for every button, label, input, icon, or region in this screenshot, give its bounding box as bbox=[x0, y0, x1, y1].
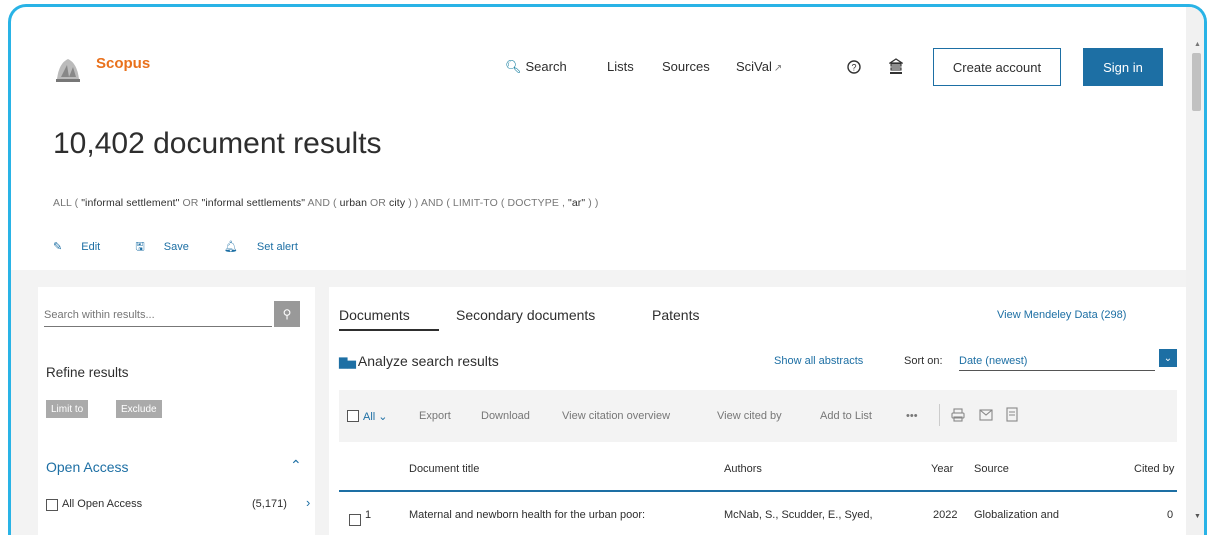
search-icon: ⚲ bbox=[282, 307, 292, 321]
view-mendeley-data-link[interactable]: View Mendeley Data (298) bbox=[997, 309, 1126, 321]
column-source[interactable]: Source bbox=[974, 463, 1009, 475]
bibliography-icon[interactable] bbox=[1006, 407, 1018, 422]
bar-chart-icon: ▇▅ bbox=[339, 357, 356, 369]
chevron-down-icon[interactable]: ⌄ bbox=[1159, 349, 1177, 367]
select-all-checkbox[interactable] bbox=[347, 410, 359, 422]
institution-icon[interactable] bbox=[889, 58, 903, 75]
scroll-up-arrow-icon[interactable]: ▲ bbox=[1194, 41, 1201, 48]
row-year: 2022 bbox=[933, 509, 958, 521]
external-link-icon: ↗ bbox=[773, 63, 783, 74]
table-header-divider bbox=[339, 490, 1177, 492]
row-document-title[interactable]: Maternal and newborn health for the urba… bbox=[409, 509, 645, 521]
show-all-abstracts-link[interactable]: Show all abstracts bbox=[774, 355, 863, 367]
save-query-button[interactable]: 🖫︎ Save bbox=[135, 241, 205, 253]
sign-in-button[interactable]: Sign in bbox=[1083, 48, 1163, 86]
more-options-button[interactable]: ••• bbox=[906, 410, 918, 422]
analyze-search-results-link[interactable]: ▇▅ Analyze search results bbox=[339, 353, 499, 369]
email-icon[interactable] bbox=[979, 409, 993, 421]
limit-to-button[interactable]: Limit to bbox=[46, 400, 89, 418]
brand-name[interactable]: Scopus bbox=[96, 55, 150, 72]
chevron-down-icon: ⌄ bbox=[378, 411, 388, 423]
column-year[interactable]: Year bbox=[931, 463, 953, 475]
edit-query-button[interactable]: ✎ Edit bbox=[53, 241, 116, 253]
print-icon[interactable] bbox=[951, 408, 965, 422]
row-authors[interactable]: McNab, S., Scudder, E., Syed, bbox=[724, 509, 873, 521]
page-content: Scopus 🔍︎ Search Lists Sources SciVal ↗ ? … bbox=[11, 7, 1186, 535]
chevron-up-icon[interactable]: ⌃ bbox=[290, 457, 302, 474]
bell-icon: 🔔︎ bbox=[223, 241, 238, 253]
all-open-access-checkbox[interactable] bbox=[46, 499, 58, 511]
sort-on-label: Sort on: bbox=[904, 355, 943, 367]
refine-panel: ⚲ Refine results Limit to Exclude Open A… bbox=[38, 287, 315, 535]
row-number: 1 bbox=[365, 509, 372, 521]
search-within-input[interactable] bbox=[44, 304, 272, 327]
nav-scival[interactable]: SciVal ↗ bbox=[736, 59, 782, 74]
tab-patents[interactable]: Patents bbox=[652, 307, 699, 323]
view-citation-overview-button[interactable]: View citation overview bbox=[562, 410, 670, 422]
column-authors[interactable]: Authors bbox=[724, 463, 762, 475]
row-checkbox[interactable] bbox=[349, 514, 361, 526]
column-cited-by[interactable]: Cited by bbox=[1134, 463, 1174, 475]
view-cited-by-button[interactable]: View cited by bbox=[717, 410, 782, 422]
all-open-access-count: (5,171) bbox=[252, 498, 287, 510]
refine-title: Refine results bbox=[46, 365, 129, 380]
scrollbar-thumb[interactable] bbox=[1192, 53, 1201, 111]
tab-secondary-documents[interactable]: Secondary documents bbox=[456, 307, 595, 323]
query-actions: ✎ Edit 🖫︎ Save 🔔︎ Set alert bbox=[53, 238, 330, 257]
open-access-heading[interactable]: Open Access bbox=[46, 459, 129, 475]
scroll-down-arrow-icon[interactable]: ▼ bbox=[1194, 513, 1201, 520]
documents-panel: Documents Secondary documents Patents Vi… bbox=[329, 287, 1186, 535]
all-open-access-label: All Open Access bbox=[62, 498, 143, 510]
nav-sources[interactable]: Sources bbox=[662, 59, 710, 74]
create-account-button[interactable]: Create account bbox=[933, 48, 1061, 86]
set-alert-button[interactable]: 🔔︎ Set alert bbox=[224, 241, 314, 253]
row-cited-by[interactable]: 0 bbox=[1167, 509, 1173, 521]
sort-select[interactable]: Date (newest) bbox=[959, 355, 1155, 371]
tab-documents[interactable]: Documents bbox=[339, 307, 410, 323]
chevron-right-icon[interactable]: › bbox=[306, 495, 310, 510]
toolbar-divider bbox=[939, 404, 940, 426]
search-within-button[interactable]: ⚲ bbox=[274, 301, 300, 327]
nav-search[interactable]: 🔍︎ Search bbox=[505, 59, 567, 75]
export-button[interactable]: Export bbox=[419, 410, 451, 422]
browser-frame: Scopus 🔍︎ Search Lists Sources SciVal ↗ ? … bbox=[8, 4, 1207, 535]
download-button[interactable]: Download bbox=[481, 410, 530, 422]
svg-text:?: ? bbox=[851, 63, 856, 73]
elsevier-logo-icon bbox=[53, 49, 83, 85]
search-query: ALL ( "informal settlement" OR "informal… bbox=[53, 197, 599, 209]
results-toolbar: All ⌄ Export Download View citation over… bbox=[339, 390, 1177, 442]
pencil-icon: ✎ bbox=[53, 241, 63, 253]
nav-lists[interactable]: Lists bbox=[607, 59, 634, 74]
help-icon[interactable]: ? bbox=[847, 60, 861, 74]
select-all-dropdown[interactable]: All ⌄ bbox=[363, 410, 388, 423]
save-icon: 🖫︎ bbox=[135, 241, 145, 253]
exclude-button[interactable]: Exclude bbox=[116, 400, 162, 418]
add-to-list-button[interactable]: Add to List bbox=[820, 410, 872, 422]
column-document-title[interactable]: Document title bbox=[409, 463, 479, 475]
vertical-scrollbar[interactable]: ▲ ▼ bbox=[1186, 7, 1204, 535]
row-source[interactable]: Globalization and bbox=[974, 509, 1059, 521]
search-icon: 🔍︎ bbox=[505, 59, 522, 74]
active-tab-indicator bbox=[339, 329, 439, 331]
page-title: 10,402 document results bbox=[53, 127, 382, 160]
